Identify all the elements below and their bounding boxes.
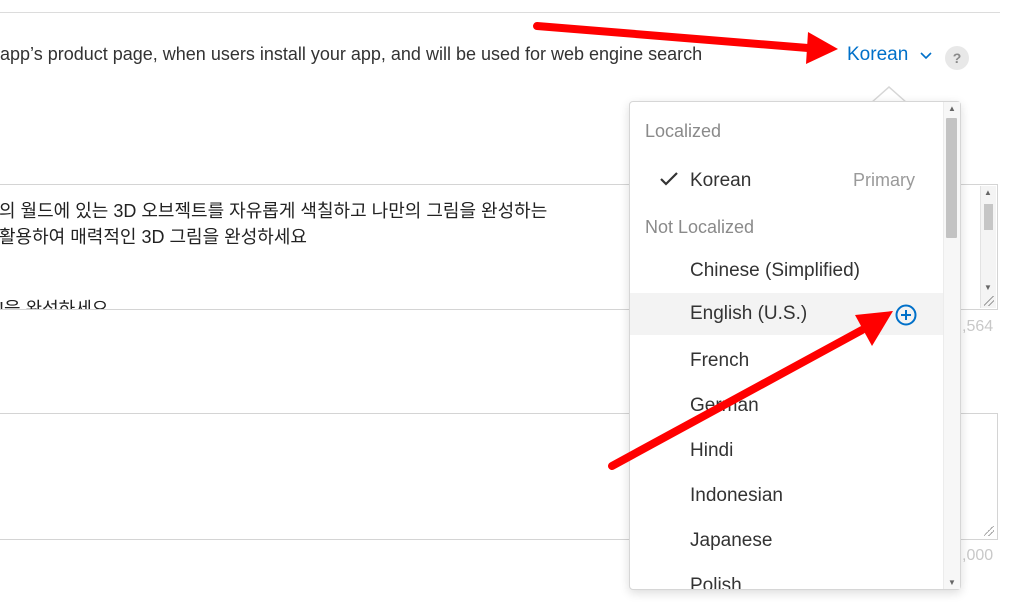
language-list: Localized Korean Primary Not Localized C…: [630, 102, 944, 589]
scroll-up-arrow-icon[interactable]: ▲: [984, 188, 992, 197]
language-option-label: Indonesian: [690, 485, 783, 506]
language-option-label: German: [690, 395, 759, 416]
language-option-label: Hindi: [690, 440, 734, 461]
language-selector-label: Korean: [847, 44, 909, 66]
language-option-english-us[interactable]: English (U.S.): [630, 293, 944, 335]
scrollbar-thumb[interactable]: [946, 118, 957, 238]
language-option-chinese-simplified[interactable]: Chinese (Simplified): [630, 250, 944, 292]
promo-text-line: 의 월드에 있는 3D 오브젝트를 자유롭게 색칠하고 나만의 그림을 완성하는: [0, 201, 548, 221]
app-store-localization-page: app’s product page, when users install y…: [0, 0, 1018, 613]
language-option-label: Polish: [690, 575, 742, 589]
language-option-french[interactable]: French: [630, 340, 944, 382]
checkmark-icon: [659, 171, 679, 193]
localization-description: app’s product page, when users install y…: [0, 44, 703, 64]
chevron-down-icon: [919, 44, 932, 66]
keywords-char-counter: ,000: [962, 547, 994, 564]
language-option-polish[interactable]: Polish: [630, 565, 944, 589]
language-option-label: Japanese: [690, 530, 773, 551]
scroll-down-arrow-icon[interactable]: ▼: [948, 578, 956, 587]
section-divider: [0, 12, 1000, 13]
help-icon[interactable]: ?: [945, 46, 969, 70]
language-option-german[interactable]: German: [630, 385, 944, 427]
resize-grip-icon[interactable]: [984, 296, 994, 306]
language-dropdown: Localized Korean Primary Not Localized C…: [629, 101, 961, 590]
language-option-label: French: [690, 350, 750, 371]
dropdown-scrollbar[interactable]: ▲ ▼: [943, 102, 960, 589]
scroll-up-arrow-icon[interactable]: ▲: [948, 104, 956, 113]
promo-text-line: 활용하여 매력적인 3D 그림을 완성하세요: [0, 227, 307, 247]
promo-text-line: !을 완성하세요: [0, 299, 109, 310]
scrollbar-thumb[interactable]: [984, 204, 993, 230]
language-option-japanese[interactable]: Japanese: [630, 520, 944, 562]
language-option-korean[interactable]: Korean Primary: [630, 160, 944, 202]
not-localized-header: Not Localized: [645, 217, 755, 237]
textarea-scrollbar[interactable]: ▲ ▼: [980, 186, 996, 308]
promo-char-counter: ,564: [962, 318, 994, 335]
language-option-indonesian[interactable]: Indonesian: [630, 475, 944, 517]
language-option-label: English (U.S.): [690, 303, 808, 324]
primary-badge: Primary: [853, 170, 915, 190]
language-option-hindi[interactable]: Hindi: [630, 430, 944, 472]
localized-header: Localized: [645, 121, 722, 141]
plus-circle-icon[interactable]: [895, 304, 917, 332]
resize-grip-icon[interactable]: [984, 526, 994, 536]
language-selector[interactable]: Korean: [847, 44, 932, 66]
language-option-label: Korean: [690, 170, 752, 191]
scroll-down-arrow-icon[interactable]: ▼: [984, 283, 992, 292]
language-option-label: Chinese (Simplified): [690, 260, 861, 281]
